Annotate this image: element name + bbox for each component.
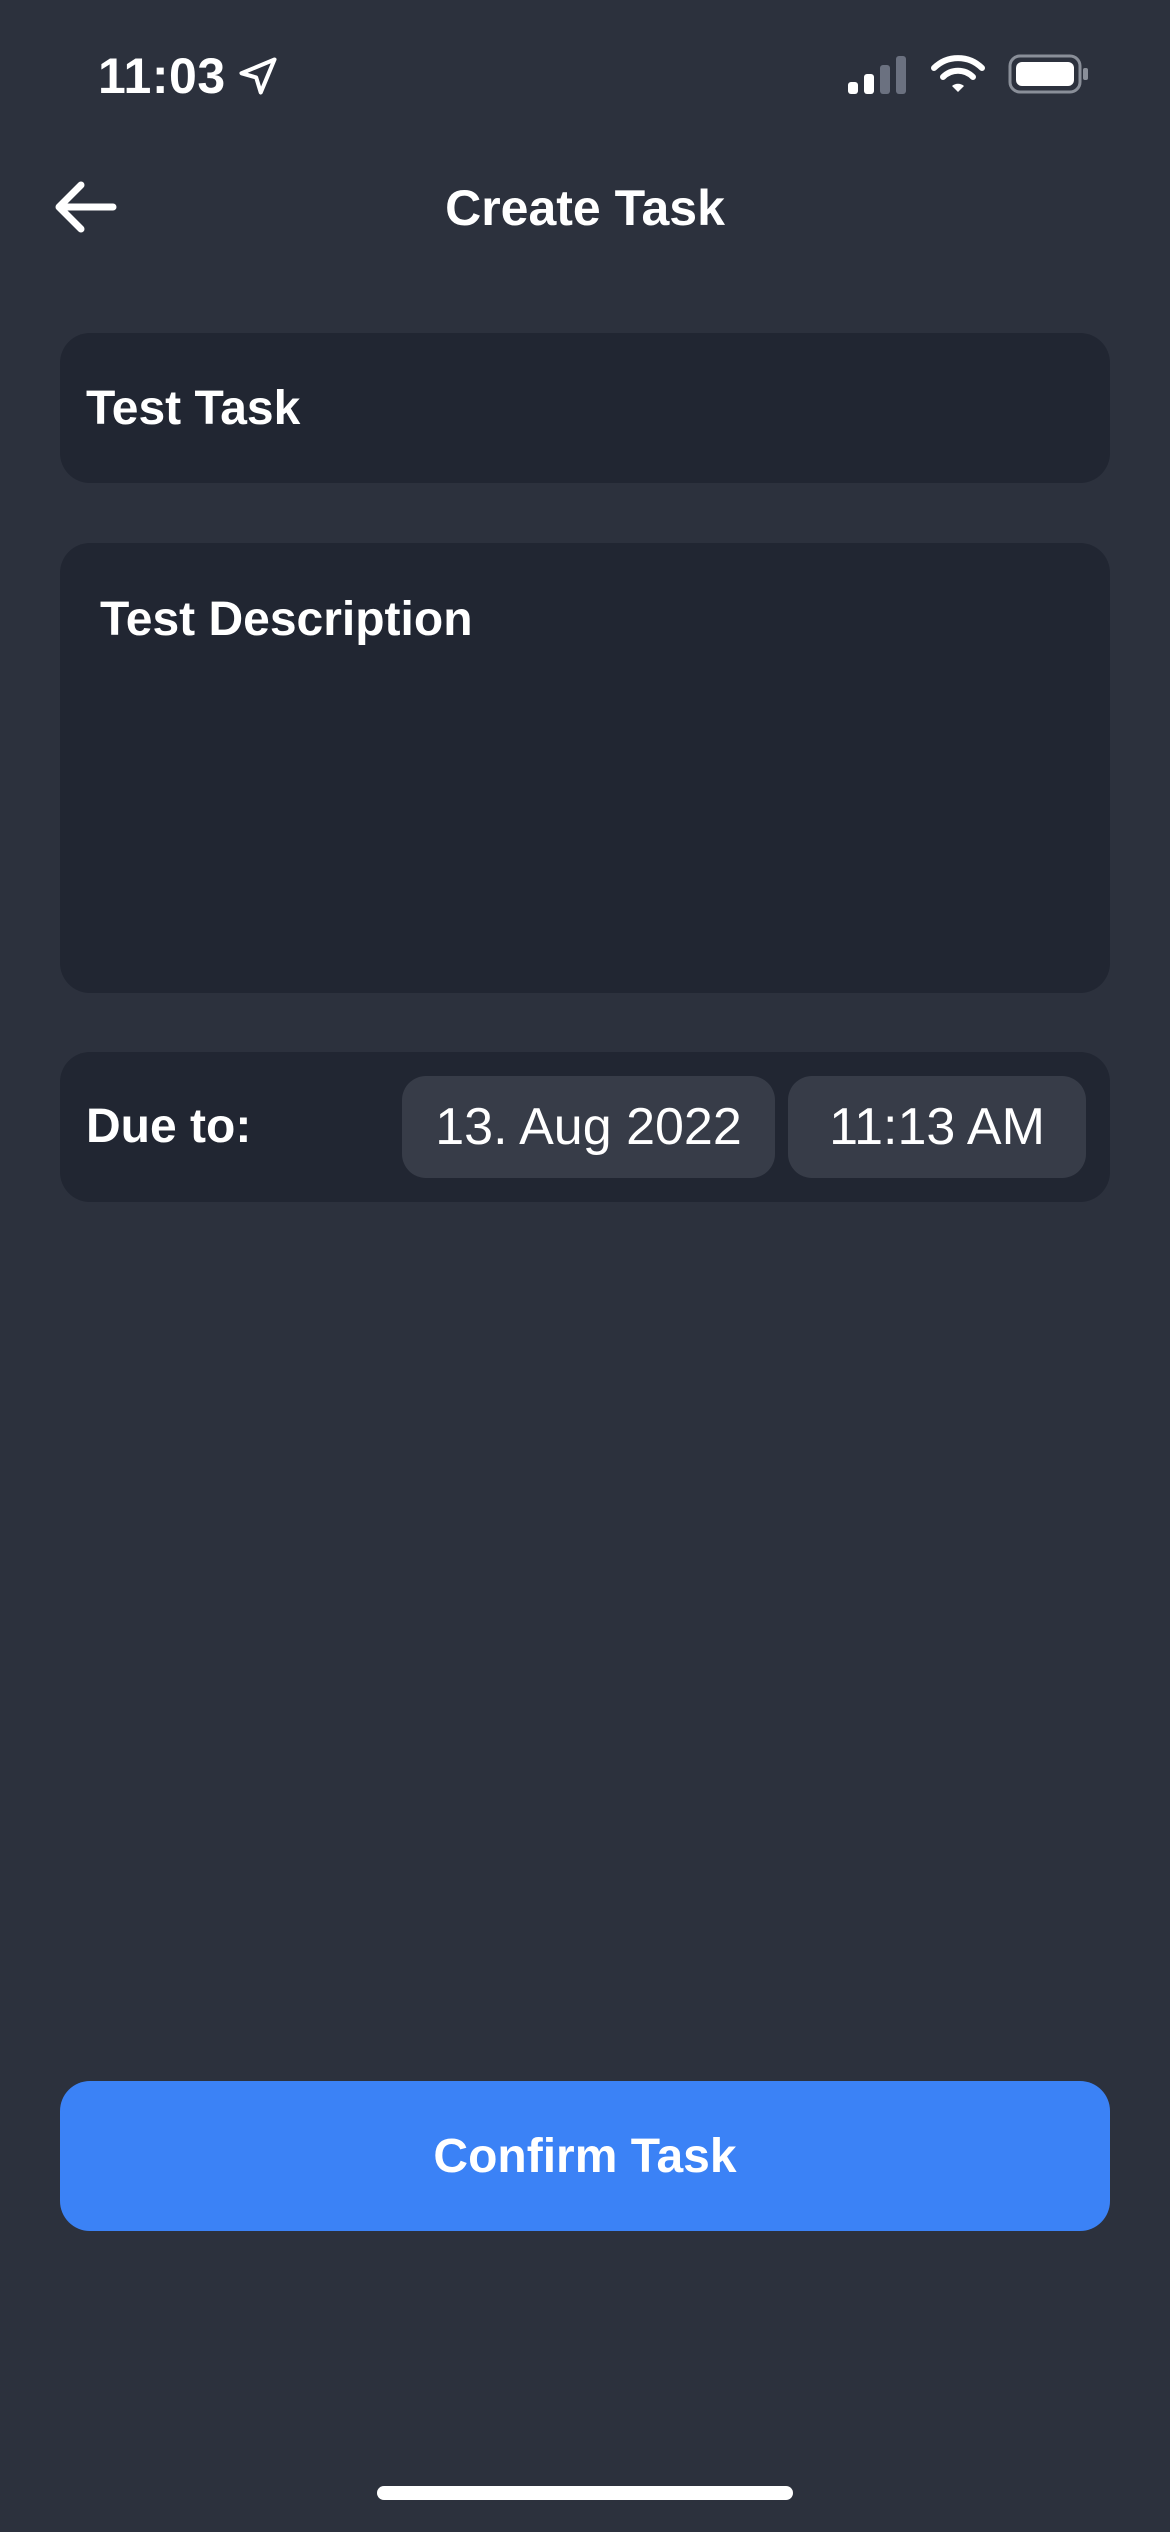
- task-description-input[interactable]: Test Description: [60, 543, 1110, 993]
- due-time-picker[interactable]: 11:13 AM: [788, 1076, 1086, 1178]
- status-bar: 11:03: [0, 0, 1170, 150]
- due-date-picker[interactable]: 13. Aug 2022: [402, 1076, 775, 1178]
- due-label: Due to:: [86, 1100, 252, 1153]
- nav-bar: Create Task: [0, 150, 1170, 265]
- status-time-text: 11:03: [98, 48, 226, 104]
- confirm-task-button[interactable]: Confirm Task: [60, 2081, 1110, 2231]
- status-time: 11:03: [98, 44, 280, 108]
- battery-icon: [1008, 54, 1088, 94]
- home-indicator[interactable]: [377, 2486, 793, 2500]
- cellular-signal-icon: [848, 56, 906, 94]
- page-title: Create Task: [445, 180, 725, 236]
- status-icons: [846, 54, 1090, 94]
- task-description-field: Test Description: [60, 543, 1110, 993]
- location-arrow-icon: [239, 57, 277, 95]
- task-title-input[interactable]: [60, 333, 1110, 483]
- wifi-icon: [931, 55, 985, 92]
- task-title-field: [60, 333, 1110, 483]
- due-date-row: Due to: 13. Aug 2022 11:13 AM: [60, 1052, 1110, 1202]
